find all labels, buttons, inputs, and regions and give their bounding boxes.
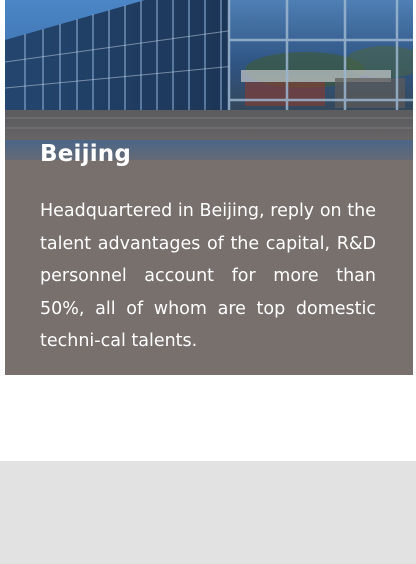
page: Beijing Headquartered in Beijing, reply …: [0, 0, 416, 564]
location-card[interactable]: Beijing Headquartered in Beijing, reply …: [5, 0, 413, 375]
card-description: Headquartered in Beijing, reply on the t…: [40, 201, 376, 351]
card-title: Beijing: [40, 141, 132, 167]
gray-panel: [0, 461, 416, 564]
